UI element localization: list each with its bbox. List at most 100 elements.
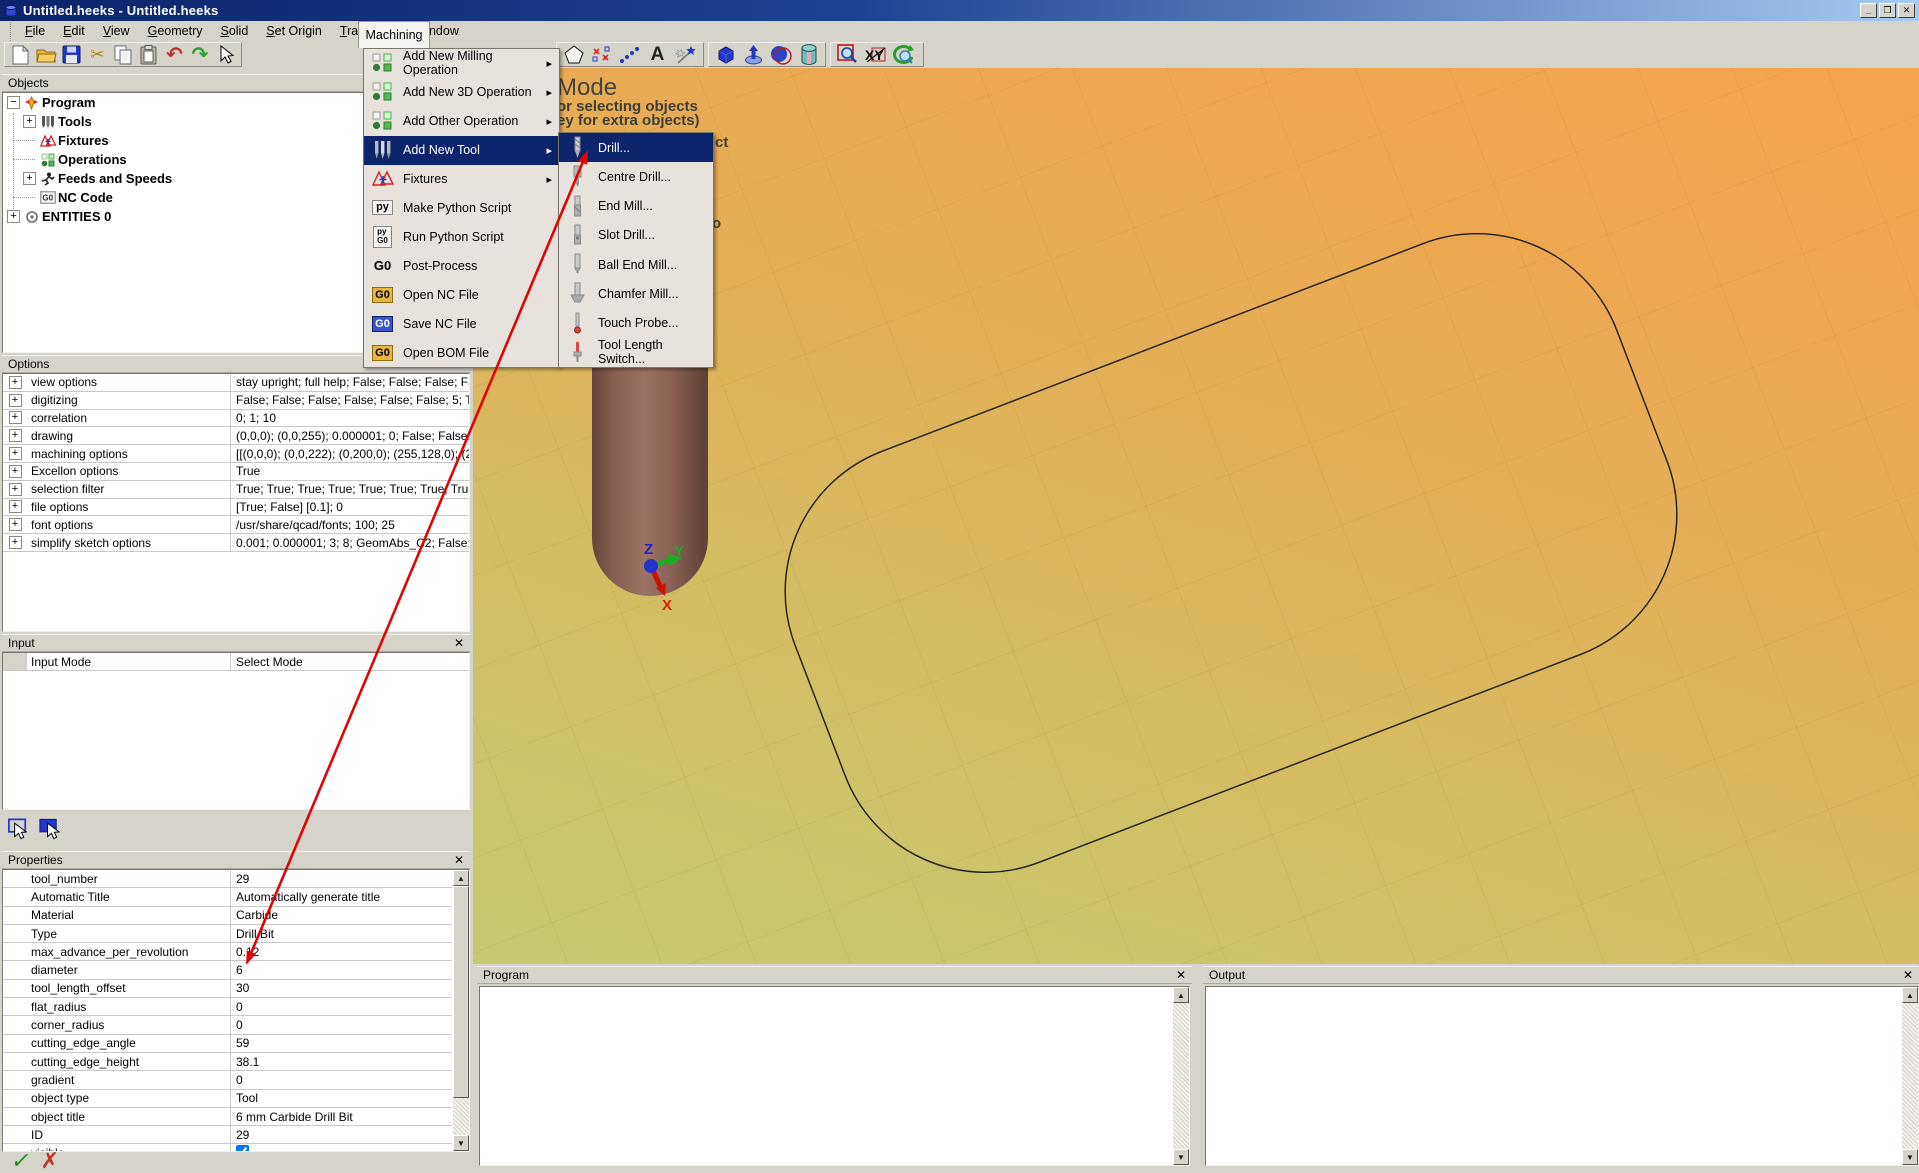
scroll-down-icon[interactable]: ▼ xyxy=(1902,1149,1918,1165)
menu-set-origin[interactable]: Set Origin xyxy=(258,22,330,40)
property-row[interactable]: ID29 xyxy=(3,1126,452,1144)
property-row[interactable]: object title6 mm Carbide Drill Bit xyxy=(3,1108,452,1126)
menu-solid[interactable]: Solid xyxy=(212,22,256,40)
property-row[interactable]: cutting_edge_angle59 xyxy=(3,1035,452,1053)
title-bar[interactable]: Untitled.heeks - Untitled.heeks _ ❐ ✕ xyxy=(0,0,1919,21)
polygon-sketch-icon[interactable] xyxy=(561,43,586,66)
new-file-icon[interactable] xyxy=(9,43,32,66)
save-icon[interactable] xyxy=(60,43,83,66)
option-row[interactable]: + simplify sketch options0.001; 0.000001… xyxy=(3,534,469,552)
scroll-up-icon[interactable]: ▲ xyxy=(1173,987,1189,1003)
property-row[interactable]: TypeDrill Bit xyxy=(3,925,452,943)
close-icon[interactable]: ✕ xyxy=(454,854,464,866)
expand-expander-icon[interactable]: + xyxy=(7,210,20,223)
close-icon[interactable]: ✕ xyxy=(1903,968,1913,982)
expand-icon[interactable]: + xyxy=(9,465,22,478)
close-button[interactable]: ✕ xyxy=(1898,3,1915,18)
menu-geometry[interactable]: Geometry xyxy=(140,22,211,40)
option-row[interactable]: + Excellon optionsTrue xyxy=(3,463,469,481)
program-scrollbar[interactable]: ▲ ▼ xyxy=(1173,987,1189,1165)
option-row[interactable]: + digitizingFalse; False; False; False; … xyxy=(3,392,469,410)
paste-icon[interactable] xyxy=(137,43,160,66)
option-row[interactable]: + file options[True; False] [0.1]; 0 xyxy=(3,499,469,517)
maximize-button[interactable]: ❐ xyxy=(1879,3,1896,18)
menu-item-run-python-script[interactable]: pyG0 Run Python Script xyxy=(364,222,559,251)
digitize-points-icon[interactable] xyxy=(589,43,614,66)
expand-icon[interactable]: + xyxy=(9,429,22,442)
submenu-item-chamfer-mill[interactable]: Chamfer Mill... xyxy=(559,279,713,308)
menu-item-post-process[interactable]: G0 Post-Process xyxy=(364,251,559,280)
zoom-window-icon[interactable] xyxy=(835,43,860,66)
expand-icon[interactable]: + xyxy=(9,518,22,531)
expand-icon[interactable]: + xyxy=(9,394,22,407)
menu-item-open-bom-file[interactable]: G0 Open BOM File xyxy=(364,338,559,367)
option-row[interactable]: + drawing(0,0,0); (0,0,255); 0.000001; 0… xyxy=(3,427,469,445)
cube-icon[interactable] xyxy=(713,43,738,66)
menu-item-save-nc-file[interactable]: G0 Save NC File xyxy=(364,309,559,338)
properties-scrollbar[interactable]: ▲ ▼ xyxy=(453,870,469,1151)
extrude-icon[interactable] xyxy=(741,43,766,66)
expand-icon[interactable]: + xyxy=(9,376,22,389)
menu-item-add-new-3d-operation[interactable]: Add New 3D Operation ▸ xyxy=(364,78,559,107)
submenu-item-centre-drill[interactable]: Centre Drill... xyxy=(559,162,713,191)
expand-expander-icon[interactable]: + xyxy=(23,115,36,128)
property-row[interactable]: cutting_edge_height38.1 xyxy=(3,1053,452,1071)
rotate-view-icon[interactable] xyxy=(891,43,916,66)
menu-file[interactable]: File xyxy=(17,22,53,40)
property-row[interactable]: gradient0 xyxy=(3,1071,452,1089)
redo-icon[interactable]: ↷ xyxy=(189,43,212,66)
gripper-wand-icon[interactable] xyxy=(673,43,698,66)
submenu-item-tool-length-switch[interactable]: Tool Length Switch... xyxy=(559,338,713,367)
text-tool-icon[interactable]: A xyxy=(645,43,670,66)
scroll-down-icon[interactable]: ▼ xyxy=(453,1135,469,1151)
menu-edit[interactable]: Edit xyxy=(55,22,93,40)
line-segments-icon[interactable] xyxy=(617,43,642,66)
menu-item-add-new-tool[interactable]: Add New Tool ▸ xyxy=(364,136,559,165)
close-icon[interactable]: ✕ xyxy=(1176,968,1186,982)
submenu-item-end-mill[interactable]: End Mill... xyxy=(559,192,713,221)
program-text-area[interactable]: ▲ ▼ xyxy=(479,986,1190,1166)
scroll-up-icon[interactable]: ▲ xyxy=(1902,987,1918,1003)
pick-window-icon[interactable] xyxy=(37,816,62,839)
expand-icon[interactable]: + xyxy=(9,411,22,424)
menu-item-make-python-script[interactable]: py Make Python Script xyxy=(364,194,559,223)
collapse-expander-icon[interactable]: − xyxy=(7,96,20,109)
property-row[interactable]: tool_number29 xyxy=(3,870,452,888)
scroll-down-icon[interactable]: ▼ xyxy=(1173,1149,1189,1165)
option-row[interactable]: + selection filterTrue; True; True; True… xyxy=(3,481,469,499)
option-row[interactable]: + view optionsstay upright; full help; F… xyxy=(3,374,469,392)
menu-machining[interactable]: Machining xyxy=(358,21,430,48)
submenu-item-drill[interactable]: Drill... xyxy=(559,133,713,162)
expand-icon[interactable]: + xyxy=(9,500,22,513)
expand-expander-icon[interactable]: + xyxy=(23,172,36,185)
property-row[interactable]: flat_radius0 xyxy=(3,998,452,1016)
property-row[interactable]: tool_length_offset30 xyxy=(3,980,452,998)
sphere-icon[interactable] xyxy=(769,43,794,66)
apply-check-icon[interactable]: ✓ xyxy=(9,1148,33,1173)
minimize-button[interactable]: _ xyxy=(1860,3,1877,18)
menu-item-fixtures[interactable]: Fixtures ▸ xyxy=(364,165,559,194)
xy-plane-view-icon[interactable]: XY xyxy=(863,43,888,66)
input-mode-row[interactable]: Input Mode Select Mode xyxy=(3,653,469,671)
close-icon[interactable]: ✕ xyxy=(454,637,464,649)
output-scrollbar[interactable]: ▲ ▼ xyxy=(1902,987,1918,1165)
menu-item-add-other-operation[interactable]: Add Other Operation ▸ xyxy=(364,107,559,136)
property-row[interactable]: max_advance_per_revolution0.12 xyxy=(3,943,452,961)
property-row[interactable]: object typeTool xyxy=(3,1090,452,1108)
property-row[interactable]: Automatic TitleAutomatically generate ti… xyxy=(3,888,452,906)
cancel-cross-icon[interactable]: ✗ xyxy=(40,1148,58,1173)
pick-objects-icon[interactable] xyxy=(6,816,31,839)
cut-icon[interactable]: ✂ xyxy=(86,43,109,66)
menu-item-open-nc-file[interactable]: G0 Open NC File xyxy=(364,280,559,309)
menu-item-add-new-milling-operation[interactable]: Add New Milling Operation ▸ xyxy=(364,49,559,78)
property-row-visible[interactable]: visible xyxy=(3,1144,452,1151)
scrollbar-thumb[interactable] xyxy=(453,886,469,1098)
submenu-item-touch-probe[interactable]: Touch Probe... xyxy=(559,309,713,338)
open-file-icon[interactable] xyxy=(35,43,58,66)
property-row[interactable]: corner_radius0 xyxy=(3,1016,452,1034)
property-row[interactable]: MaterialCarbide xyxy=(3,907,452,925)
submenu-item-ball-end-mill[interactable]: Ball End Mill... xyxy=(559,250,713,279)
property-row-diameter[interactable]: diameter6 xyxy=(3,961,452,979)
output-text-area[interactable]: ▲ ▼ xyxy=(1205,986,1919,1166)
menu-view[interactable]: View xyxy=(95,22,138,40)
